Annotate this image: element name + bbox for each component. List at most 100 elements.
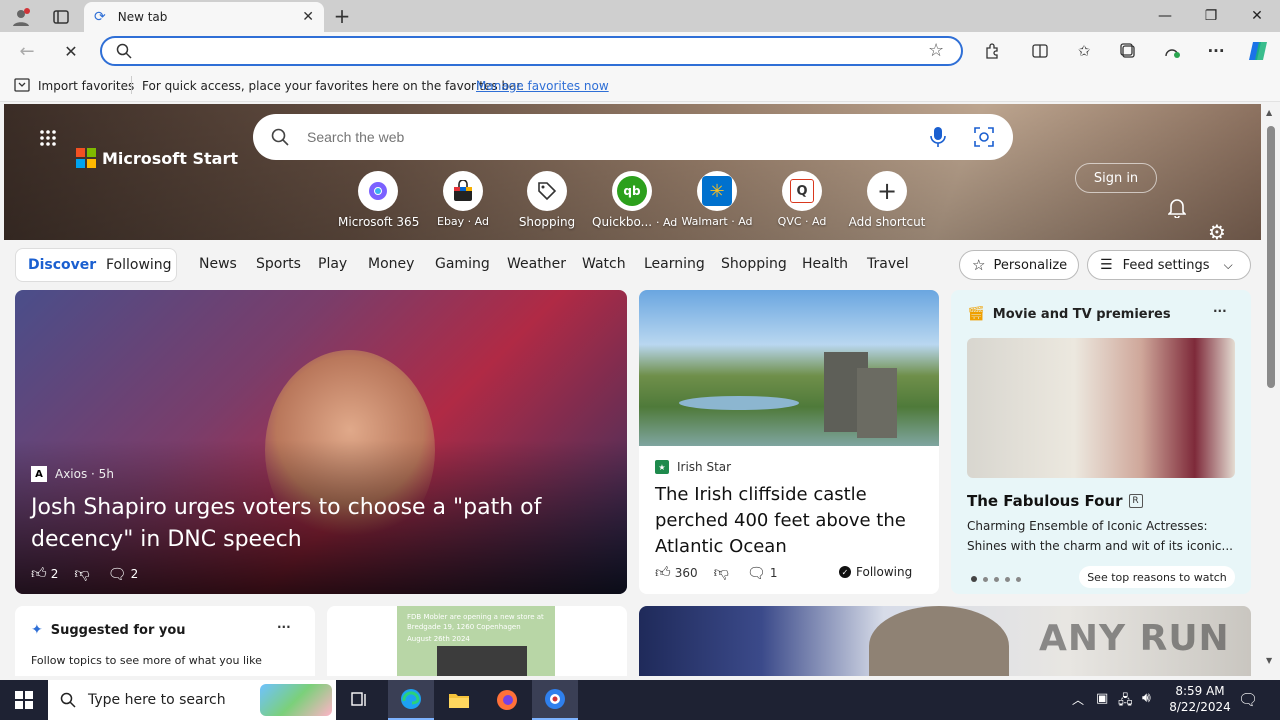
more-options-icon[interactable]: ··· bbox=[277, 620, 291, 634]
story-card-store[interactable]: FDB Mobler are opening a new store at Br… bbox=[327, 606, 627, 676]
shortcut-microsoft-365[interactable]: Microsoft 365 bbox=[338, 171, 419, 229]
carousel-dot[interactable] bbox=[1005, 576, 1010, 582]
volume-icon[interactable]: 🔊︎ bbox=[1142, 690, 1151, 706]
story-headline[interactable]: The Irish cliffside castle perched 400 f… bbox=[655, 482, 927, 560]
microphone-icon[interactable] bbox=[929, 126, 947, 151]
sign-in-button[interactable]: Sign in bbox=[1075, 163, 1157, 193]
tag-icon bbox=[527, 171, 567, 211]
tab-following[interactable]: Following bbox=[106, 257, 172, 273]
nav-play[interactable]: Play bbox=[318, 256, 347, 272]
dislike-icon[interactable]: 👎︎ bbox=[74, 564, 89, 583]
nav-news[interactable]: News bbox=[199, 256, 237, 272]
see-reasons-button[interactable]: See top reasons to watch bbox=[1079, 566, 1235, 588]
minimize-button[interactable]: — bbox=[1142, 0, 1188, 32]
taskbar-anyrun[interactable] bbox=[532, 680, 578, 720]
favorites-icon[interactable]: ✩ bbox=[1072, 40, 1096, 62]
start-button[interactable] bbox=[0, 680, 48, 720]
feed-settings-button[interactable]: ☰ Feed settings ⌵ bbox=[1087, 250, 1251, 280]
more-menu-icon[interactable]: ··· bbox=[1204, 40, 1228, 62]
more-options-icon[interactable]: ··· bbox=[1213, 304, 1227, 318]
web-search-input[interactable] bbox=[307, 127, 867, 147]
tab-discover[interactable]: Discover bbox=[28, 257, 96, 273]
clock[interactable]: 8:59 AM 8/22/2024 bbox=[1168, 683, 1232, 715]
close-tab-icon[interactable]: ✕ bbox=[302, 9, 314, 25]
network-device-icon[interactable]: ▣ bbox=[1096, 691, 1108, 706]
like-icon[interactable]: 👍︎ bbox=[655, 563, 671, 582]
clock-time: 8:59 AM bbox=[1175, 684, 1225, 698]
visual-search-icon[interactable] bbox=[973, 126, 995, 151]
add-shortcut-button[interactable]: + Add shortcut bbox=[847, 171, 927, 229]
copilot-icon[interactable] bbox=[1244, 38, 1272, 64]
nav-travel[interactable]: Travel bbox=[867, 256, 909, 272]
performance-icon[interactable] bbox=[1160, 40, 1184, 62]
like-icon[interactable]: 👍︎ bbox=[31, 564, 47, 583]
movie-premieres-card[interactable]: 🎬︎ Movie and TV premieres ··· The Fabulo… bbox=[951, 290, 1251, 594]
task-view-icon[interactable] bbox=[340, 680, 380, 720]
shortcut-walmart[interactable]: ✳ Walmart · Ad bbox=[677, 171, 757, 228]
nav-weather[interactable]: Weather bbox=[507, 256, 566, 272]
notification-center-icon[interactable]: 🗨︎ bbox=[1238, 690, 1258, 709]
plus-icon: + bbox=[867, 171, 907, 211]
taskbar-file-explorer[interactable] bbox=[436, 680, 482, 720]
new-tab-button[interactable]: + bbox=[330, 4, 354, 28]
chevron-up-icon[interactable]: ︿ bbox=[1072, 691, 1084, 708]
network-icon[interactable]: 🖧︎ bbox=[1118, 691, 1133, 713]
back-button[interactable]: ← bbox=[14, 40, 40, 62]
profile-icon[interactable] bbox=[8, 4, 34, 30]
manage-favorites-link[interactable]: Manage favorites now bbox=[476, 79, 609, 93]
title-bar: ⟳ New tab ✕ + — ❐ ✕ bbox=[0, 0, 1280, 32]
address-input[interactable] bbox=[146, 41, 906, 61]
shortcut-ebay[interactable]: Ebay · Ad bbox=[423, 171, 503, 228]
carousel-dot[interactable] bbox=[1016, 576, 1021, 582]
shortcut-quickbooks[interactable]: qb Quickbo... · Ad bbox=[592, 171, 677, 229]
nav-gaming[interactable]: Gaming bbox=[435, 256, 490, 272]
carousel-dots[interactable] bbox=[971, 576, 1021, 582]
carousel-dot[interactable] bbox=[983, 576, 988, 582]
story-headline[interactable]: Josh Shapiro urges voters to choose a "p… bbox=[31, 492, 591, 556]
story-card-castle[interactable]: ★ Irish Star The Irish cliffside castle … bbox=[639, 290, 939, 594]
address-bar[interactable]: ☆ bbox=[100, 36, 963, 66]
comment-icon[interactable]: 🗨︎ bbox=[108, 565, 127, 583]
ebay-bag-icon bbox=[443, 171, 483, 211]
apps-launcher-icon[interactable] bbox=[38, 128, 58, 148]
page-scrollbar[interactable]: ▲ ▼ bbox=[1262, 104, 1280, 676]
nav-health[interactable]: Health bbox=[802, 256, 848, 272]
carousel-dot[interactable] bbox=[994, 576, 999, 582]
notifications-bell-icon[interactable] bbox=[1166, 196, 1188, 220]
close-window-button[interactable]: ✕ bbox=[1234, 0, 1280, 32]
shortcut-qvc[interactable]: Q QVC · Ad bbox=[762, 171, 842, 228]
search-highlight-image bbox=[260, 684, 332, 716]
favorite-star-icon[interactable]: ☆ bbox=[928, 40, 944, 61]
settings-gear-icon[interactable]: ⚙ bbox=[1206, 220, 1228, 244]
nav-learning[interactable]: Learning bbox=[644, 256, 705, 272]
collections-icon[interactable] bbox=[1116, 40, 1140, 62]
taskbar-edge[interactable] bbox=[388, 680, 434, 720]
import-favorites-button[interactable]: Import favorites bbox=[38, 79, 134, 93]
carousel-dot-active[interactable] bbox=[971, 576, 977, 582]
scroll-thumb[interactable] bbox=[1267, 126, 1275, 388]
web-search-box[interactable] bbox=[253, 114, 1013, 160]
personalize-button[interactable]: ☆ Personalize bbox=[959, 250, 1079, 280]
main-story-card[interactable]: A Axios · 5h Josh Shapiro urges voters t… bbox=[15, 290, 627, 594]
stop-button[interactable]: ✕ bbox=[58, 40, 84, 62]
app-icon bbox=[545, 689, 565, 709]
nav-sports[interactable]: Sports bbox=[256, 256, 301, 272]
dislike-icon[interactable]: 👎︎ bbox=[714, 563, 729, 582]
following-badge[interactable]: ✓ Following bbox=[839, 565, 912, 579]
scroll-down-icon[interactable]: ▼ bbox=[1266, 656, 1272, 665]
restore-button[interactable]: ❐ bbox=[1188, 0, 1234, 32]
split-screen-icon[interactable] bbox=[1028, 40, 1052, 62]
show-title[interactable]: The Fabulous Four bbox=[967, 492, 1123, 510]
tab-actions-icon[interactable] bbox=[48, 4, 74, 30]
story-card-jerusalem[interactable]: ANY RUN bbox=[639, 606, 1251, 676]
nav-shopping[interactable]: Shopping bbox=[721, 256, 787, 272]
extensions-icon[interactable] bbox=[980, 40, 1004, 62]
nav-watch[interactable]: Watch bbox=[582, 256, 626, 272]
comment-icon[interactable]: 🗨︎ bbox=[747, 564, 766, 582]
nav-money[interactable]: Money bbox=[368, 256, 414, 272]
taskbar-firefox[interactable] bbox=[484, 680, 530, 720]
shortcut-shopping[interactable]: Shopping bbox=[507, 171, 587, 229]
tab-new-tab[interactable]: ⟳ New tab ✕ bbox=[84, 2, 324, 32]
scroll-up-icon[interactable]: ▲ bbox=[1266, 108, 1272, 117]
taskbar-search[interactable]: Type here to search bbox=[48, 680, 336, 720]
